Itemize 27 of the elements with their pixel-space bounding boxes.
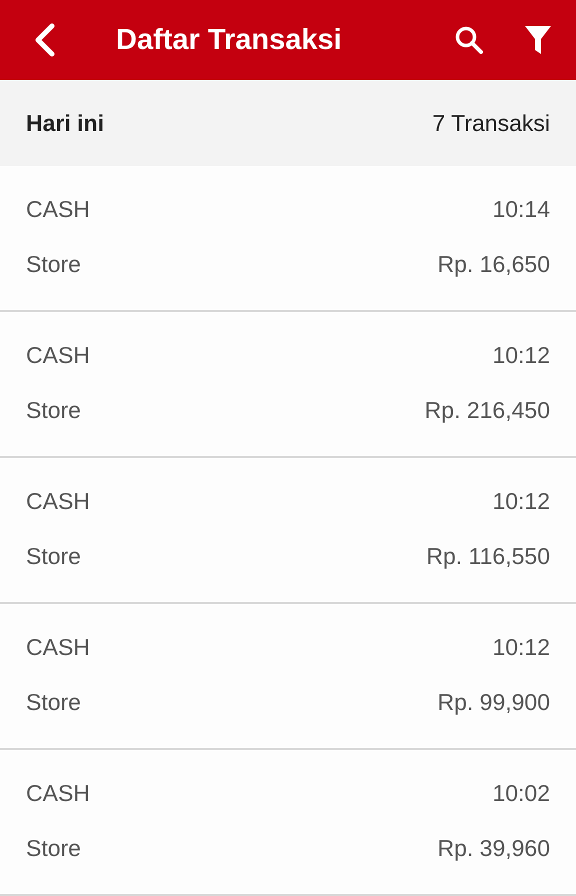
payment-method: CASH: [26, 342, 90, 369]
transaction-amount: Rp. 116,550: [426, 543, 550, 570]
payment-method: CASH: [26, 488, 90, 515]
transaction-source: Store: [26, 251, 81, 278]
transaction-time: 10:02: [492, 780, 550, 807]
payment-method: CASH: [26, 196, 90, 223]
transaction-source: Store: [26, 835, 81, 862]
filter-icon: [524, 24, 552, 56]
search-icon: [454, 25, 484, 55]
filter-button[interactable]: [524, 24, 552, 56]
search-button[interactable]: [454, 25, 484, 55]
transaction-amount: Rp. 99,900: [437, 689, 550, 716]
transaction-time: 10:12: [492, 342, 550, 369]
transaction-time: 10:14: [492, 196, 550, 223]
payment-method: CASH: [26, 780, 90, 807]
transaction-count: 7 Transaksi: [432, 110, 550, 136]
transaction-amount: Rp. 216,450: [424, 397, 550, 424]
screen-title: Daftar Transaksi: [116, 24, 343, 56]
transaction-source: Store: [26, 397, 81, 424]
transaction-source: Store: [26, 543, 81, 570]
date-label: Hari ini: [26, 110, 104, 136]
transaction-amount: Rp. 39,960: [437, 835, 550, 862]
transaction-amount: Rp. 16,650: [437, 251, 550, 278]
payment-method: CASH: [26, 634, 90, 661]
transaction-time: 10:12: [492, 634, 550, 661]
transaction-time: 10:12: [492, 488, 550, 515]
transaction-source: Store: [26, 689, 81, 716]
